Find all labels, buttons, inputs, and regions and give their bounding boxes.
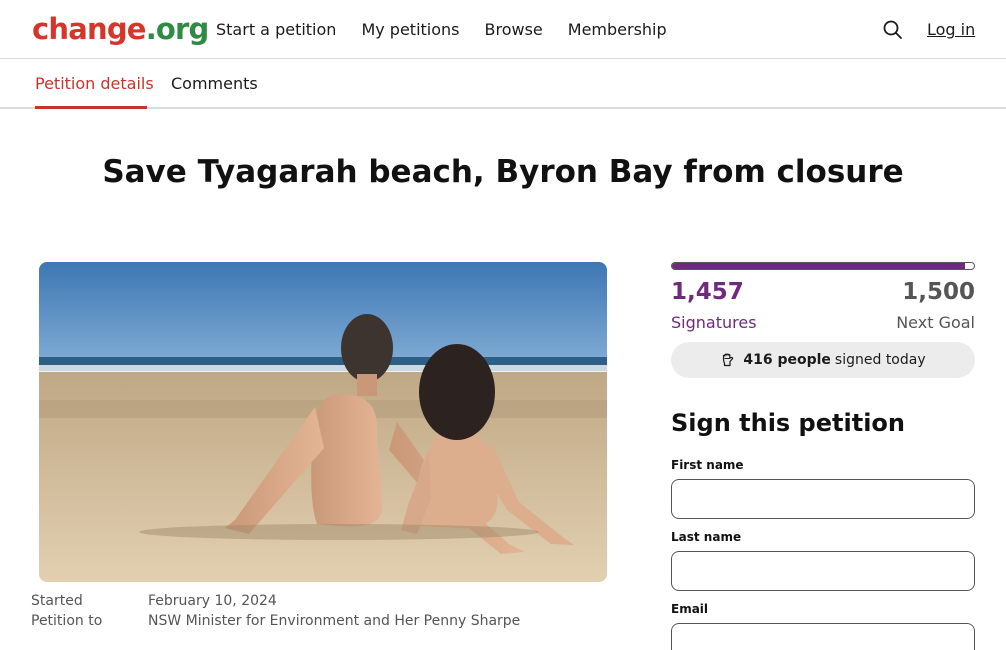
sign-petition-heading: Sign this petition [671, 409, 905, 437]
main-nav: Start a petition My petitions Browse Mem… [216, 19, 692, 41]
first-name-input[interactable] [671, 479, 975, 519]
signature-count: 1,457 [671, 279, 744, 305]
nav-browse[interactable]: Browse [485, 19, 543, 41]
started-date: February 10, 2024 [148, 593, 277, 609]
signed-today-count: 416 people [743, 352, 831, 368]
signature-progress-fill [672, 263, 966, 269]
logo-text-org: .org [145, 12, 210, 46]
petition-to-value: NSW Minister for Environment and Her Pen… [148, 613, 521, 629]
started-label: Started [31, 593, 83, 609]
email-label: Email [671, 602, 709, 616]
nav-membership[interactable]: Membership [568, 19, 667, 41]
signature-progress-bar [671, 262, 975, 270]
signed-today-badge: 416 people signed today [671, 342, 975, 378]
search-icon[interactable] [882, 19, 904, 41]
last-name-input[interactable] [671, 551, 975, 591]
goal-count: 1,500 [902, 279, 975, 305]
active-tab-indicator [35, 106, 147, 109]
meta-petition-to-row: Petition to NSW Minister for Environment… [31, 611, 520, 631]
login-link[interactable]: Log in [927, 19, 975, 41]
tab-comments[interactable]: Comments [171, 73, 258, 95]
change-org-logo[interactable]: change.org [32, 11, 209, 47]
petition-photo [39, 262, 607, 582]
raised-fist-icon [720, 352, 736, 368]
nav-my-petitions[interactable]: My petitions [361, 19, 459, 41]
meta-started-row: Started February 10, 2024 [31, 591, 520, 611]
petition-to-label: Petition to [31, 613, 103, 629]
email-input[interactable] [671, 623, 975, 650]
top-navbar: change.org Start a petition My petitions… [0, 0, 1006, 59]
next-goal-label: Next Goal [896, 313, 975, 332]
tab-petition-details[interactable]: Petition details [35, 73, 154, 95]
logo-text-change: change [32, 12, 146, 46]
petition-tabs: Petition details Comments [0, 59, 1006, 109]
petition-title: Save Tyagarah beach, Byron Bay from clos… [102, 154, 904, 190]
signatures-label: Signatures [671, 313, 757, 332]
nav-start-petition[interactable]: Start a petition [216, 19, 336, 41]
signed-today-text: signed today [834, 352, 926, 368]
last-name-label: Last name [671, 530, 742, 544]
first-name-label: First name [671, 458, 744, 472]
petition-meta: Started February 10, 2024 Petition to NS… [31, 591, 520, 631]
